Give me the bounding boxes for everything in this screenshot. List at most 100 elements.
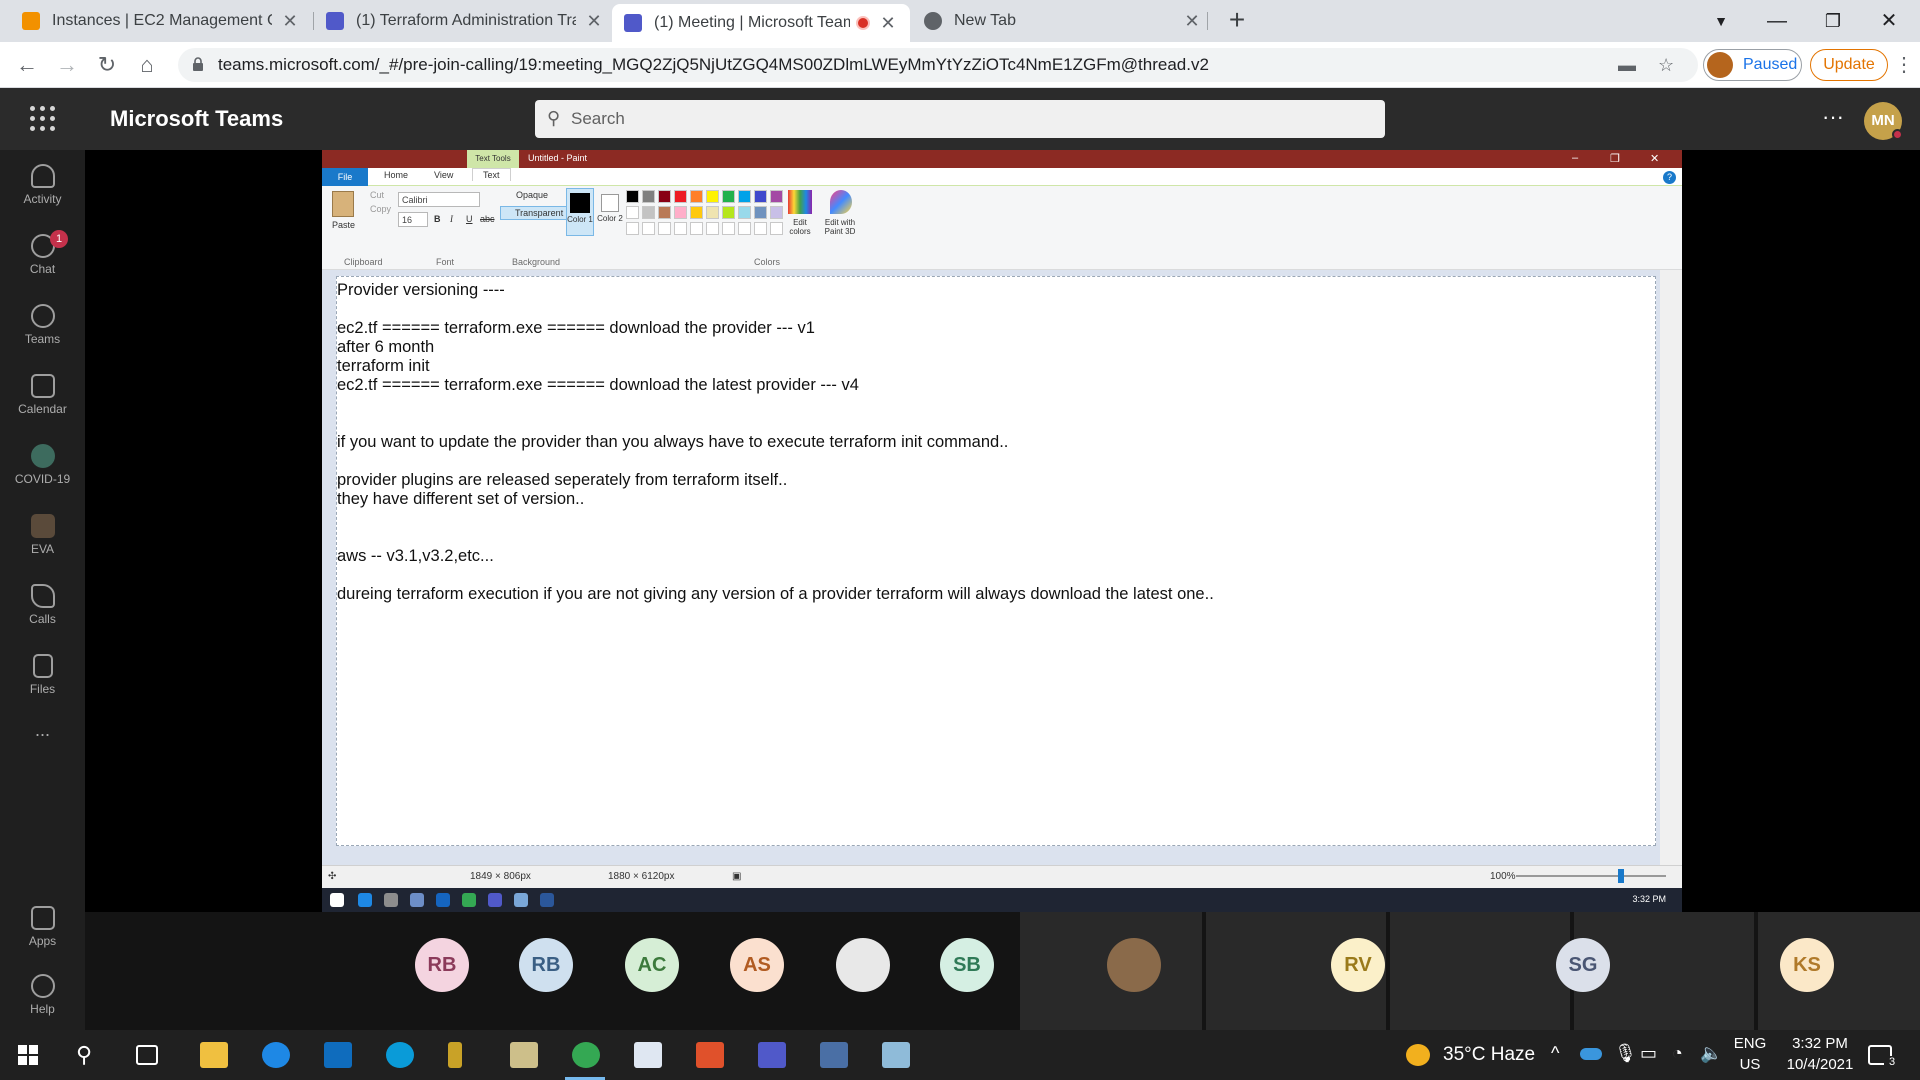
chevron-up-icon[interactable]: ^ (1551, 1043, 1559, 1064)
search-input[interactable]: ⚲ Search (535, 100, 1385, 138)
participant-photo-avatar[interactable] (836, 938, 890, 992)
participant-avatar[interactable]: RV (1331, 938, 1385, 992)
rail-item-chat[interactable]: 1 Chat (0, 228, 85, 290)
tab-file[interactable]: File (322, 168, 368, 186)
language-code[interactable]: ENG (1730, 1035, 1770, 1052)
underline-button[interactable]: U (466, 214, 473, 224)
restore-icon[interactable]: ❐ (1810, 4, 1856, 38)
transparent-button[interactable]: Transparent (500, 206, 568, 220)
back-icon[interactable]: ← (12, 50, 42, 80)
rail-item-calendar[interactable]: Calendar (0, 368, 85, 430)
wifi-icon[interactable]: ◔ (1672, 1043, 1683, 1064)
palette-empty-swatch[interactable] (674, 222, 687, 235)
zoom-slider[interactable] (1516, 869, 1666, 883)
search-icon[interactable]: ⚲ (76, 1042, 92, 1068)
participant-avatar[interactable]: SB (940, 938, 994, 992)
microphone-icon[interactable]: 🎙 (1614, 1043, 1637, 1064)
participant-avatar[interactable]: AC (625, 938, 679, 992)
maximize-icon[interactable]: ❐ (1610, 152, 1620, 165)
close-icon[interactable]: ✕ (1182, 11, 1202, 32)
paint-canvas[interactable]: Provider versioning ---- ec2.tf ====== t… (336, 276, 1656, 846)
rail-item-calls[interactable]: Calls (0, 578, 85, 640)
rail-item-activity[interactable]: Activity (0, 158, 85, 220)
task-view-icon[interactable] (136, 1045, 158, 1065)
palette-swatch[interactable] (642, 206, 655, 219)
participant-avatar[interactable]: SG (1556, 938, 1610, 992)
palette-empty-swatch[interactable] (738, 222, 751, 235)
clock-date[interactable]: 10/4/2021 (1770, 1056, 1870, 1073)
rail-item-teams[interactable]: Teams (0, 298, 85, 360)
stack-app-icon[interactable] (510, 1042, 538, 1068)
key-tool-icon[interactable] (448, 1042, 462, 1068)
palette-empty-swatch[interactable] (754, 222, 767, 235)
close-icon[interactable]: ✕ (584, 11, 604, 32)
palette-empty-swatch[interactable] (770, 222, 783, 235)
profile-paused-button[interactable]: Paused (1703, 49, 1802, 81)
participant-avatar[interactable]: AS (730, 938, 784, 992)
keyboard-region[interactable]: US (1730, 1056, 1770, 1073)
font-family-select[interactable]: Calibri (398, 192, 480, 207)
help-icon[interactable]: ? (1663, 171, 1676, 184)
color1-button[interactable]: Color 1 (566, 188, 594, 236)
palette-swatch[interactable] (722, 190, 735, 203)
tab-terraform-training[interactable]: (1) Terraform Administration Trai ✕ (314, 0, 616, 42)
minimize-icon[interactable]: – (1572, 152, 1578, 164)
palette-swatch[interactable] (626, 206, 639, 219)
tab-ec2-instances[interactable]: Instances | EC2 Management Co ✕ (10, 0, 312, 42)
outlook-icon[interactable] (324, 1042, 352, 1068)
bold-button[interactable]: B (434, 214, 441, 224)
rail-item-apps[interactable]: Apps (0, 900, 85, 962)
address-bar[interactable]: teams.microsoft.com/_#/pre-join-calling/… (178, 48, 1698, 82)
palette-swatch[interactable] (706, 190, 719, 203)
palette-swatch[interactable] (770, 190, 783, 203)
palette-swatch[interactable] (690, 206, 703, 219)
palette-swatch[interactable] (642, 190, 655, 203)
chrome-menu-icon[interactable]: ⋮ (1894, 52, 1914, 77)
new-tab-button[interactable]: + (1222, 6, 1252, 36)
palette-swatch[interactable] (658, 206, 671, 219)
palette-empty-swatch[interactable] (706, 222, 719, 235)
participant-avatar[interactable]: RB (415, 938, 469, 992)
camera-icon[interactable]: ▬ (1618, 55, 1636, 76)
palette-swatch[interactable] (722, 206, 735, 219)
palette-empty-swatch[interactable] (690, 222, 703, 235)
close-icon[interactable]: ✕ (1650, 152, 1659, 165)
tab-search-icon[interactable]: ▼ (1698, 4, 1744, 38)
paste-icon[interactable] (332, 191, 354, 217)
tab-view[interactable]: View (434, 170, 453, 180)
palette-empty-swatch[interactable] (658, 222, 671, 235)
palette-swatch[interactable] (738, 206, 751, 219)
teams-icon[interactable] (758, 1042, 786, 1068)
volume-icon[interactable]: 🔈 (1700, 1043, 1722, 1064)
color2-button[interactable]: Color 2 (597, 188, 623, 236)
palette-empty-swatch[interactable] (722, 222, 735, 235)
windows-start-icon[interactable] (18, 1045, 38, 1065)
bookmark-star-icon[interactable]: ☆ (1658, 55, 1674, 76)
palette-swatch[interactable] (754, 206, 767, 219)
cut-button[interactable]: Cut (370, 190, 384, 200)
vertical-scrollbar[interactable] (1660, 270, 1682, 865)
rail-item-covid[interactable]: COVID-19 (0, 438, 85, 500)
forward-icon[interactable]: → (52, 50, 82, 80)
strikethrough-button[interactable]: abc (480, 214, 495, 224)
onedrive-icon[interactable] (1580, 1048, 1602, 1060)
palette-swatch[interactable] (658, 190, 671, 203)
file-explorer-icon[interactable] (200, 1042, 228, 1068)
close-icon[interactable]: ✕ (280, 11, 300, 32)
remote-desktop-icon[interactable] (820, 1042, 848, 1068)
rail-item-eva[interactable]: EVA (0, 508, 85, 570)
reload-icon[interactable]: ↻ (92, 50, 122, 80)
edit-colors-icon[interactable] (788, 190, 812, 214)
participant-photo-avatar[interactable] (1107, 938, 1161, 992)
home-icon[interactable]: ⌂ (132, 50, 162, 80)
palette-swatch[interactable] (738, 190, 751, 203)
palette-swatch[interactable] (674, 190, 687, 203)
battery-icon[interactable]: ▭ (1640, 1043, 1657, 1064)
tab-text[interactable]: Text (472, 168, 511, 181)
palette-swatch[interactable] (674, 206, 687, 219)
shield-app-icon[interactable] (696, 1042, 724, 1068)
palette-swatch[interactable] (626, 190, 639, 203)
app-launcher-icon[interactable] (30, 106, 56, 132)
palette-swatch[interactable] (770, 206, 783, 219)
palette-empty-swatch[interactable] (626, 222, 639, 235)
